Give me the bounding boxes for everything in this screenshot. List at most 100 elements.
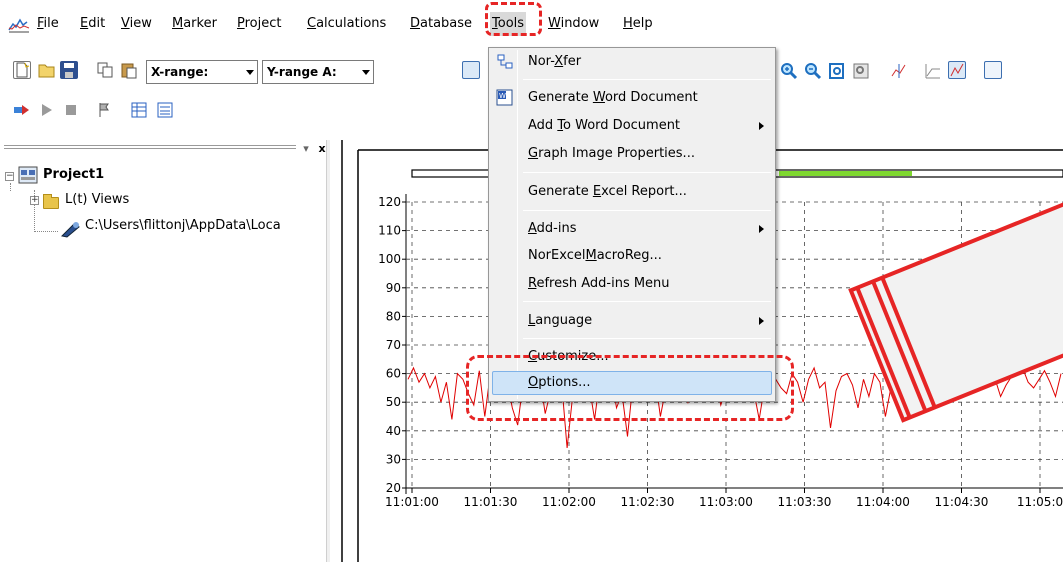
menu-item-nor-xfer[interactable]: Nor-Xfer — [492, 50, 772, 74]
accelerator-letter: R — [528, 276, 537, 291]
x-tick-label: 11:02:30 — [621, 495, 675, 509]
pane-splitter[interactable] — [326, 140, 330, 562]
tree-root-project[interactable]: Project1 — [43, 167, 104, 182]
menu-item-refresh-add-ins[interactable]: Refresh Add-ins Menu — [492, 272, 772, 296]
accelerator-letter: M — [585, 248, 597, 263]
menu-item-graph-image-properties[interactable]: Graph Image Properties... — [492, 142, 772, 166]
y-range-label: Y-range A: — [267, 65, 337, 79]
folder-icon — [43, 194, 59, 209]
new-icon[interactable] — [13, 61, 31, 79]
menu-database[interactable]: Database — [408, 12, 474, 36]
options-highlight-annotation — [466, 355, 794, 421]
y-tick-label: 30 — [386, 452, 401, 466]
y-tick-label: 60 — [386, 367, 401, 381]
accelerator-letter: X — [554, 54, 564, 69]
zoom-window-icon[interactable] — [852, 62, 870, 80]
menu-separator — [523, 79, 771, 80]
zoom-in-icon[interactable] — [780, 62, 798, 80]
tools-dropdown-menu: Nor-Xfer W Generate Word Document Add To… — [488, 47, 776, 402]
tree-connector — [34, 231, 58, 232]
x-tick-label: 11:04:00 — [856, 495, 910, 509]
menu-item-norexcelmacroreg[interactable]: NorExcelMacroReg... — [492, 244, 772, 268]
submenu-arrow-icon — [759, 225, 764, 233]
menu-item-label: Refresh Add-ins Menu — [528, 276, 670, 291]
y-tick-label: 90 — [386, 281, 401, 295]
toolbar-separator — [914, 60, 915, 84]
menu-item-generate-excel[interactable]: Generate Excel Report... — [492, 180, 772, 204]
menu-view[interactable]: View — [119, 12, 154, 36]
cursor-graph-icon[interactable] — [890, 62, 908, 80]
y-tick-label: 100 — [378, 252, 401, 266]
accelerator-letter: E — [592, 184, 602, 199]
menu-marker[interactable]: Marker — [170, 12, 219, 36]
menu-item-label: Language — [528, 313, 593, 328]
pane-caption-bar: ▾ x — [0, 140, 336, 160]
y-tick-label: 40 — [386, 424, 401, 438]
menu-project[interactable]: Project — [235, 12, 284, 36]
paste-icon[interactable] — [120, 61, 138, 79]
pin-icon[interactable]: ▾ — [300, 143, 312, 155]
y-tick-label: 110 — [378, 224, 401, 238]
menu-item-generate-word[interactable]: Generate Word Document — [492, 86, 772, 110]
toolbar-separator — [122, 98, 123, 122]
copy-icon[interactable] — [96, 61, 114, 79]
toolbar-separator — [974, 60, 975, 84]
collapse-icon[interactable]: − — [5, 172, 14, 181]
y-range-select[interactable]: Y-range A: — [262, 60, 374, 84]
expand-icon[interactable]: + — [30, 196, 39, 205]
accelerator-letter: G — [528, 146, 539, 161]
accelerator-letter: W — [592, 90, 605, 105]
accelerator-letter: L — [528, 313, 536, 328]
x-tick-label: 11:05:0 — [1017, 495, 1063, 509]
graph-window-icon[interactable] — [984, 61, 1002, 79]
project-icon — [18, 166, 38, 184]
menu-edit[interactable]: Edit — [78, 12, 107, 36]
y-tick-label: 20 — [386, 481, 401, 495]
toolbar-playback — [0, 94, 260, 126]
marker-tool-icon[interactable] — [96, 101, 114, 119]
time-slider-fill — [779, 171, 912, 176]
stop-icon[interactable] — [62, 101, 80, 119]
tools-highlight-annotation — [485, 2, 542, 36]
line-graph-icon[interactable] — [924, 62, 942, 80]
tree-item-lt-views[interactable]: L(t) Views — [65, 192, 129, 207]
tree-item-file-path[interactable]: C:\Users\flittonj\AppData\Loca — [85, 218, 281, 233]
toolbar-separator — [86, 98, 87, 122]
menu-item-add-to-word[interactable]: Add To Word Document — [492, 114, 772, 138]
menu-item-label: NorExcelMacroReg... — [528, 248, 662, 263]
save-icon[interactable] — [60, 61, 78, 79]
record-icon[interactable] — [13, 101, 31, 119]
x-tick-label: 11:01:30 — [464, 495, 518, 509]
menu-help[interactable]: Help — [621, 12, 655, 36]
play-icon[interactable] — [38, 101, 56, 119]
menu-item-language[interactable]: Language — [492, 309, 772, 333]
y-tick-label: 80 — [386, 309, 401, 323]
x-tick-label: 11:02:00 — [542, 495, 596, 509]
accelerator-letter: A — [528, 221, 537, 236]
menu-item-add-ins[interactable]: Add-ins — [492, 217, 772, 241]
graph-active-icon[interactable] — [948, 61, 966, 79]
app-logo-icon — [8, 18, 30, 33]
tree-connector — [10, 183, 11, 191]
menu-calculations[interactable]: Calculations — [305, 12, 388, 36]
x-range-label: X-range: — [151, 65, 209, 79]
toolbar-separator — [880, 60, 881, 84]
y-tick-label: 50 — [386, 395, 401, 409]
menu-separator — [523, 338, 771, 339]
menu-window[interactable]: Window — [546, 12, 601, 36]
zoom-out-icon[interactable] — [804, 62, 822, 80]
table-view-icon[interactable] — [130, 101, 148, 119]
chevron-down-icon — [362, 70, 370, 75]
toolbar-separator — [86, 60, 87, 84]
menu-item-label: Nor-Xfer — [528, 54, 582, 69]
open-folder-icon[interactable] — [38, 61, 56, 79]
zoom-fit-icon[interactable] — [828, 62, 846, 80]
menu-file[interactable]: File — [35, 12, 61, 36]
menu-item-label: Add To Word Document — [528, 118, 681, 133]
sound-level-meter-icon — [60, 222, 80, 238]
chart-view-icon[interactable] — [462, 61, 480, 79]
x-range-select[interactable]: X-range: — [146, 60, 258, 84]
menu-separator — [523, 210, 771, 211]
list-view-icon[interactable] — [156, 101, 174, 119]
submenu-arrow-icon — [759, 317, 764, 325]
